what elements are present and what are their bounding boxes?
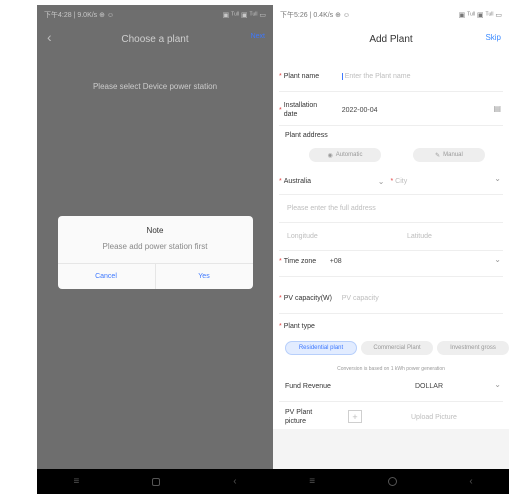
fund-revenue-label: Fund Revenue [285, 383, 331, 390]
type-residential-button[interactable]: Residential plant [285, 341, 357, 355]
nav-bar: ‹ Choose a plant Next [37, 27, 273, 51]
required-mark: * [279, 295, 282, 302]
latitude-input[interactable]: Latitude [407, 233, 432, 240]
add-picture-icon[interactable]: + [348, 410, 362, 423]
country-select[interactable]: Australia [284, 178, 378, 185]
calendar-icon[interactable]: ▤ [493, 104, 501, 113]
plant-name-label: Plant name [283, 73, 320, 80]
manual-label: Manual [443, 152, 463, 158]
chevron-down-icon[interactable]: ⌄ [494, 174, 501, 183]
cancel-button[interactable]: Cancel [58, 264, 155, 289]
divider [279, 276, 503, 277]
back-nav-icon[interactable]: ‹ [469, 476, 472, 487]
picture-row: PV Plant picture [285, 407, 503, 427]
automatic-label: Automatic [335, 152, 363, 158]
full-address-input[interactable]: Please enter the full address [287, 205, 503, 212]
install-date-value[interactable]: 2022-00-04 [342, 107, 378, 114]
required-mark: * [279, 73, 282, 80]
type-commercial-button[interactable]: Commercial Plant [361, 341, 433, 355]
picture-label-line2: picture [285, 418, 307, 425]
picture-label: PV Plant picture [285, 408, 343, 426]
divider [279, 250, 503, 251]
coordinates-row: Longitude Latitude [287, 233, 503, 240]
upload-picture-label[interactable]: Upload Picture [411, 414, 457, 421]
type-investment-button[interactable]: Investment gross [437, 341, 509, 355]
full-address-placeholder: Please enter the full address [287, 205, 376, 212]
required-mark: * [279, 178, 282, 185]
required-mark: * [279, 106, 282, 114]
skip-button[interactable]: Skip [485, 33, 501, 42]
required-mark: * [279, 323, 282, 330]
divider [279, 401, 503, 402]
dialog-actions: Cancel Yes [57, 263, 253, 289]
divider [279, 222, 503, 223]
divider [279, 91, 503, 92]
select-prompt: Please select Device power station [92, 82, 218, 91]
form-footer-area [273, 429, 509, 469]
pencil-icon: ✎ [435, 152, 441, 159]
pv-capacity-input[interactable]: PV capacity [342, 295, 379, 302]
home-icon[interactable] [387, 477, 397, 486]
page-title: Choose a plant [121, 33, 189, 45]
status-right: ▣ ᵀᵘˡˡ ▣ ᵀᵘˡˡ ▭ [458, 12, 502, 19]
required-mark: * [390, 178, 394, 185]
location-icon: ◉ [327, 152, 333, 159]
nav-bar: Add Plant Skip [273, 27, 509, 51]
country-city-row: * Australia ⌄ * City [279, 177, 503, 186]
required-mark: * [279, 258, 282, 265]
timezone-row: * Time zone +08 [279, 258, 503, 265]
pv-capacity-label: PV capacity(W) [283, 295, 332, 302]
city-select[interactable]: City [395, 178, 407, 185]
timezone-value[interactable]: +08 [330, 258, 342, 265]
plant-address-label: Plant address [285, 132, 328, 139]
status-bar: 下午5:26 | 0.4K/s ⊕ ☺ ▣ ᵀᵘˡˡ ▣ ᵀᵘˡˡ ▭ [273, 5, 509, 25]
dialog-message: Please add power station first [102, 242, 208, 251]
status-left: 下午4:28 | 9.0K/s ⊕ ☺ [44, 12, 115, 19]
plant-type-note: Conversion is based on 1 kWh power gener… [337, 366, 445, 372]
plant-type-row: * Plant type [279, 323, 503, 330]
phone-screen-choose-plant: 下午4:28 | 9.0K/s ⊕ ☺ ▣ ᵀᵘˡˡ ▣ ᵀᵘˡˡ ▭ ‹ Ch… [37, 5, 273, 494]
install-label-line2: date [283, 111, 298, 118]
status-right: ▣ ᵀᵘˡˡ ▣ ᵀᵘˡˡ ▭ [222, 12, 266, 19]
status-bar: 下午4:28 | 9.0K/s ⊕ ☺ ▣ ᵀᵘˡˡ ▣ ᵀᵘˡˡ ▭ [37, 5, 273, 25]
fund-revenue-row: Fund Revenue DOLLAR [285, 383, 503, 390]
system-nav-bar: ≡ ‹ [273, 469, 509, 494]
plant-name-row: * Plant name Enter the Plant name [279, 73, 503, 80]
system-nav-bar: ≡ ‹ [37, 469, 273, 494]
plant-type-label: Plant type [283, 323, 315, 330]
menu-icon[interactable]: ≡ [309, 476, 315, 487]
back-nav-icon[interactable]: ‹ [233, 476, 236, 487]
chevron-down-icon[interactable]: ⌄ [494, 380, 501, 389]
divider [279, 194, 503, 195]
manual-button[interactable]: ✎ Manual [413, 148, 485, 162]
currency-select[interactable]: DOLLAR [415, 383, 443, 390]
automatic-button[interactable]: ◉ Automatic [309, 148, 381, 162]
home-icon[interactable] [152, 477, 161, 486]
page-title: Add Plant [369, 33, 413, 45]
timezone-label: Time zone [283, 258, 317, 265]
plant-name-input[interactable]: Enter the Plant name [341, 73, 411, 80]
back-icon[interactable]: ‹ [47, 29, 52, 45]
install-date-row: * Installation date 2022-00-04 [279, 99, 503, 121]
longitude-input[interactable]: Longitude [287, 233, 407, 240]
note-dialog: Note Please add power station first Canc… [57, 216, 253, 289]
divider [279, 313, 503, 314]
dialog-title: Note [146, 226, 164, 235]
install-date-label: Installation date [284, 101, 342, 119]
divider [279, 125, 503, 126]
menu-icon[interactable]: ≡ [73, 476, 79, 487]
pv-capacity-row: * PV capacity(W) PV capacity [279, 295, 503, 302]
phone-screen-add-plant: 下午5:26 | 0.4K/s ⊕ ☺ ▣ ᵀᵘˡˡ ▣ ᵀᵘˡˡ ▭ Add … [273, 5, 509, 494]
chevron-down-icon[interactable]: ⌄ [494, 255, 501, 264]
picture-label-line1: PV Plant [285, 409, 313, 416]
yes-button[interactable]: Yes [154, 264, 253, 289]
install-label-line1: Installation [283, 102, 318, 109]
chevron-down-icon[interactable]: ⌄ [378, 177, 385, 186]
next-button[interactable]: Next [251, 33, 265, 40]
status-left: 下午5:26 | 0.4K/s ⊕ ☺ [280, 12, 351, 19]
